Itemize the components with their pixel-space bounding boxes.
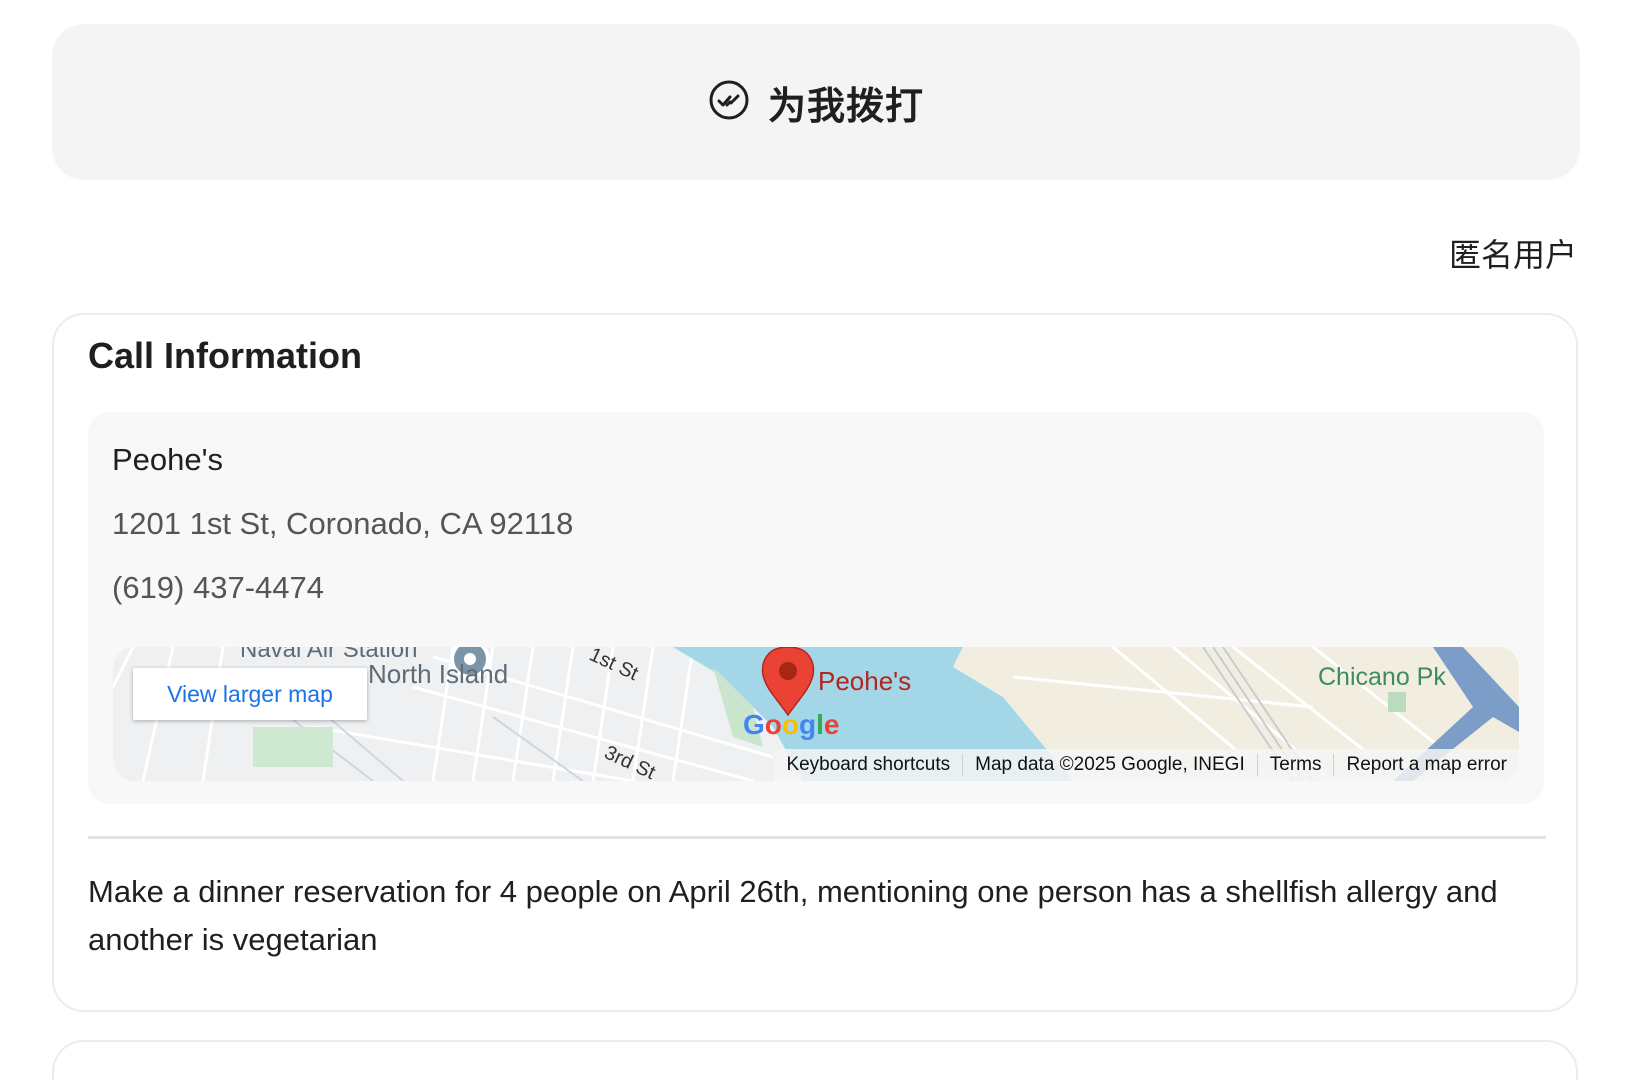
place-phone: (619) 437-4474 [112, 570, 324, 605]
divider [88, 836, 1546, 839]
map-footer: Keyboard shortcuts Map data ©2025 Google… [774, 749, 1519, 781]
keyboard-shortcuts-link[interactable]: Keyboard shortcuts [774, 754, 962, 776]
report-map-error-link[interactable]: Report a map error [1333, 754, 1519, 776]
place-name: Peohe's [112, 442, 224, 477]
anonymous-user-label: 匿名用户 [1448, 236, 1577, 274]
map-label-marker: Peohe's [818, 666, 911, 696]
call-for-me-button[interactable]: 为我拨打 [52, 24, 1580, 180]
call-information-card: Call Information Peohe's 1201 1st St, Co… [52, 313, 1578, 1012]
map-data-attribution: Map data ©2025 Google, INEGI [962, 754, 1257, 776]
place-address: 1201 1st St, Coronado, CA 92118 [112, 506, 574, 541]
view-larger-map-link[interactable]: View larger map [133, 668, 367, 720]
google-logo: Google [743, 709, 839, 740]
card-title: Call Information [88, 335, 363, 376]
place-info-box: Peohe's 1201 1st St, Coronado, CA 92118 … [88, 412, 1544, 804]
task-description: Make a dinner reservation for 4 people o… [88, 874, 1498, 957]
check-circle-icon [708, 79, 750, 126]
next-card-edge [52, 1040, 1578, 1080]
map-label-north-island: North Island [368, 659, 508, 689]
call-for-me-content: 为我拨打 [708, 75, 924, 130]
terms-link[interactable]: Terms [1256, 754, 1334, 776]
embedded-map[interactable]: Naval Air Station North Island 1st St 3r… [113, 647, 1519, 781]
map-label-chicano-pk: Chicano Pk [1318, 663, 1446, 691]
call-for-me-label: 为我拨打 [767, 83, 924, 128]
svg-text:Google: Google [743, 709, 839, 740]
